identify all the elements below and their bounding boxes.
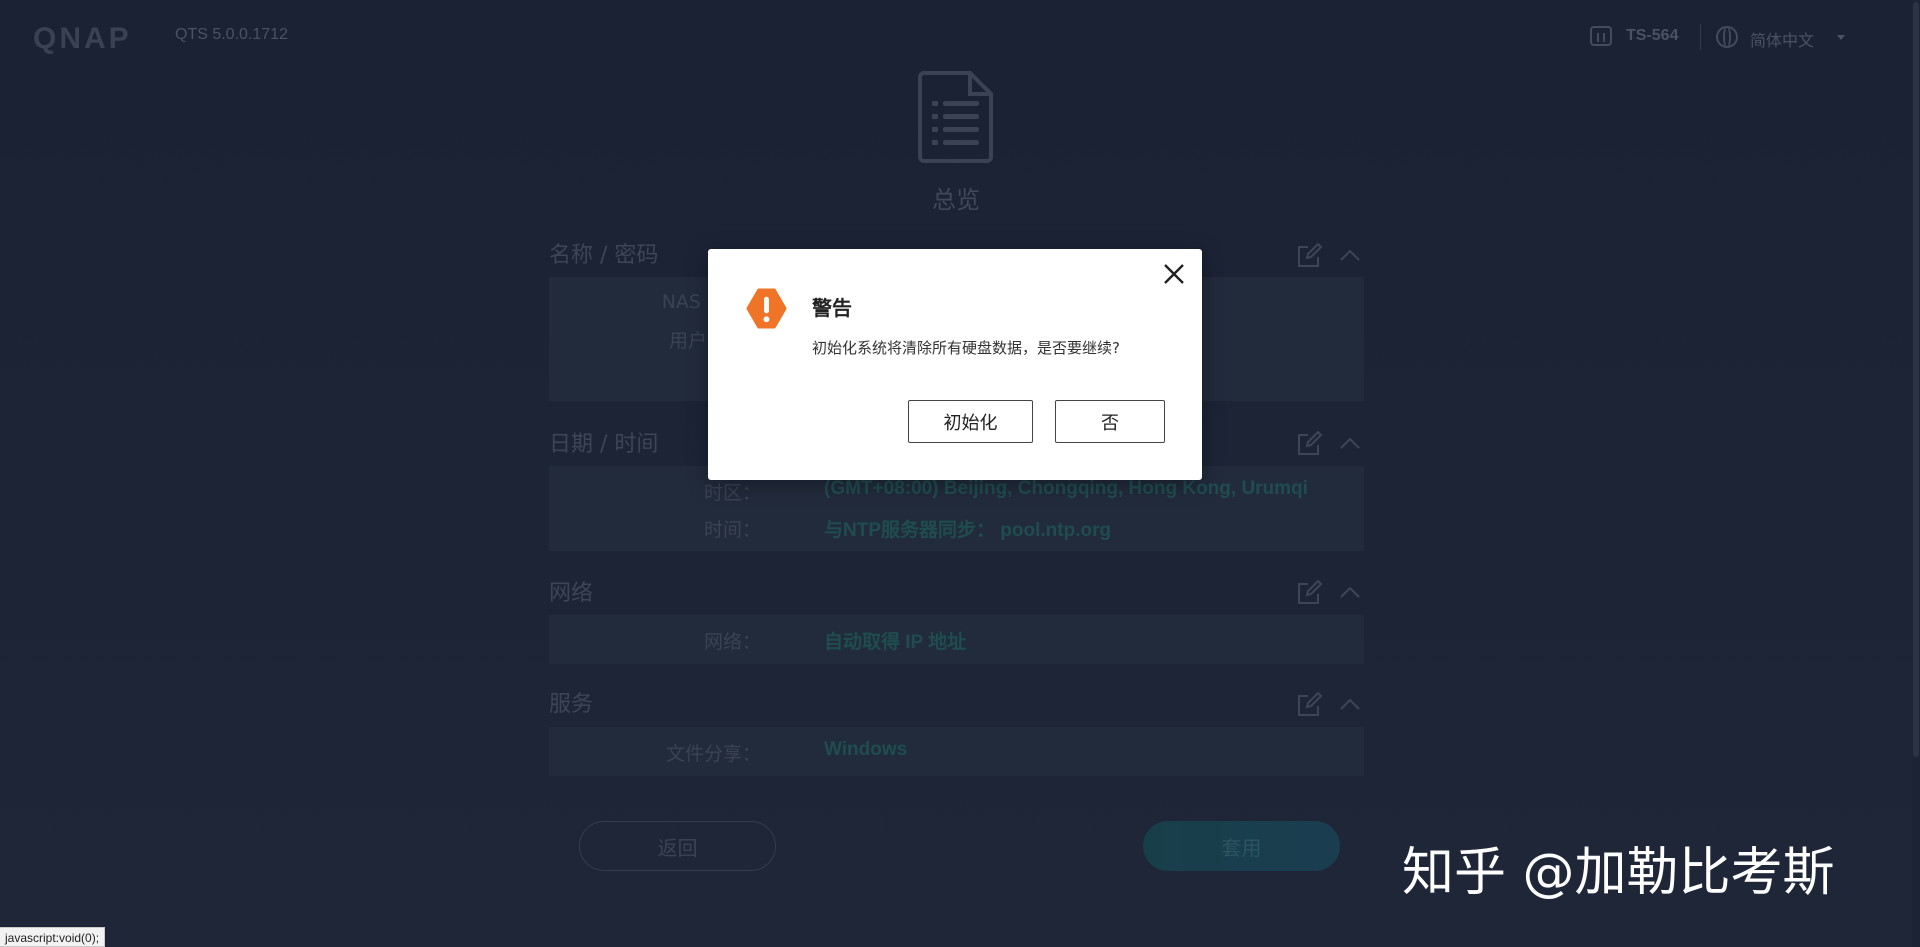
apply-button[interactable]: 套用	[1143, 821, 1340, 871]
scrollbar[interactable]	[1912, 0, 1920, 947]
row-label-timezone: 时区：	[703, 482, 761, 504]
edit-icon[interactable]	[1296, 429, 1324, 457]
section-box-network: 网络： 自动取得 IP 地址	[549, 615, 1364, 664]
row-label-nas: NAS	[661, 291, 701, 313]
section-actions-datetime	[1296, 429, 1364, 457]
section-actions-network	[1296, 578, 1364, 606]
chevron-up-icon[interactable]	[1336, 429, 1364, 457]
dialog-message: 初始化系统将清除所有硬盘数据，是否要继续?	[812, 339, 1120, 357]
header-divider	[1700, 24, 1701, 50]
dialog-title: 警告	[812, 296, 852, 320]
firmware-version: QTS 5.0.0.1712	[175, 26, 288, 43]
document-icon	[918, 71, 993, 163]
row-label-user: 用户	[668, 330, 707, 352]
row-value-network: 自动取得 IP 地址	[824, 632, 967, 653]
chevron-up-icon[interactable]	[1336, 578, 1364, 606]
row-value-time: 与NTP服务器同步： pool.ntp.org	[824, 520, 1112, 541]
language-selector[interactable]: 简体中文	[1750, 27, 1814, 51]
section-title-services: 服务	[549, 692, 594, 717]
qnap-logo: QNAP	[33, 22, 132, 55]
edit-icon[interactable]	[1296, 578, 1324, 606]
device-name: TS-564	[1626, 27, 1679, 44]
page-title: 总览	[932, 186, 980, 214]
scrollbar-thumb[interactable]	[1913, 2, 1919, 757]
nas-device-icon	[1590, 26, 1612, 46]
row-label-time: 时间：	[703, 519, 761, 541]
row-label-file-sharing: 文件分享：	[665, 743, 761, 765]
row-value-file-sharing: Windows	[824, 739, 908, 760]
warning-icon	[746, 288, 787, 329]
row-label-network: 网络：	[703, 631, 761, 653]
no-button[interactable]: 否	[1055, 400, 1165, 443]
edit-icon[interactable]	[1296, 690, 1324, 718]
section-title-name-password: 名称 / 密码	[549, 243, 659, 268]
globe-icon[interactable]	[1716, 26, 1738, 48]
section-box-services: 文件分享： Windows	[549, 727, 1364, 776]
browser-status-bar: javascript:void(0);	[0, 927, 106, 947]
edit-icon[interactable]	[1296, 241, 1324, 269]
back-button[interactable]: 返回	[579, 821, 776, 871]
chevron-up-icon[interactable]	[1336, 690, 1364, 718]
section-title-datetime: 日期 / 时间	[549, 432, 659, 457]
warning-dialog: 警告 初始化系统将清除所有硬盘数据，是否要继续? 初始化 否	[708, 249, 1202, 480]
section-actions-name-password	[1296, 241, 1364, 269]
chevron-down-icon[interactable]	[1837, 35, 1845, 40]
section-actions-services	[1296, 690, 1364, 718]
watermark: 知乎 @加勒比考斯	[1402, 843, 1835, 903]
initialize-button[interactable]: 初始化	[908, 400, 1033, 443]
close-icon[interactable]	[1162, 262, 1186, 286]
row-value-timezone: (GMT+08:00) Beijing, Chongqing, Hong Kon…	[824, 478, 1308, 499]
header-right: TS-564 简体中文	[1590, 22, 1920, 52]
section-title-network: 网络	[549, 581, 594, 606]
chevron-up-icon[interactable]	[1336, 241, 1364, 269]
